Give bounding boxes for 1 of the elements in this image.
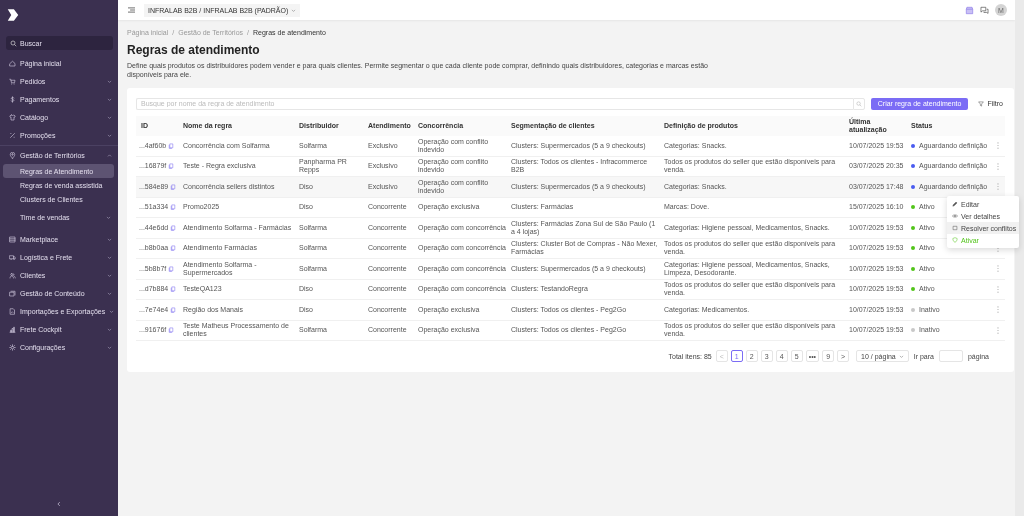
page-title: Regras de atendimento: [127, 43, 261, 57]
